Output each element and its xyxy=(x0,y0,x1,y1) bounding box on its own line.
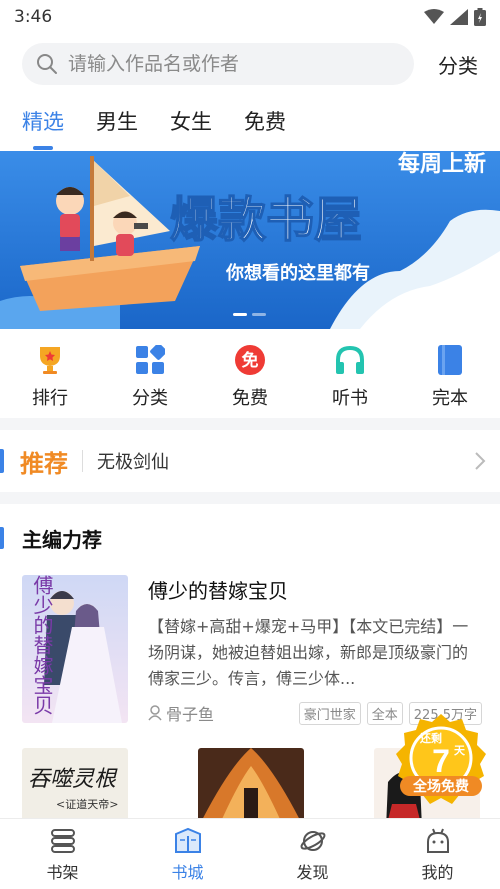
promo-banner[interactable]: 每周上新 爆款书屋 你想看的这里都有 xyxy=(0,151,500,329)
promo-unit: 天 xyxy=(454,744,466,757)
book-title[interactable]: 傅少的替嫁宝贝 xyxy=(148,575,482,604)
tab-featured[interactable]: 精选 xyxy=(22,104,64,150)
quick-label: 分类 xyxy=(132,388,168,409)
book-cover[interactable] xyxy=(198,748,304,818)
signal-icon xyxy=(450,9,468,25)
book-description: 【替嫁+高甜+爆宠+马甲】【本文已完结】一场阴谋，她被迫替姐出嫁，新郎是顶级豪门… xyxy=(148,617,469,688)
tab-free[interactable]: 免费 xyxy=(244,104,286,150)
free-icon: 免 xyxy=(232,342,268,378)
tab-male[interactable]: 男生 xyxy=(96,104,138,150)
recommend-title: 无极剑仙 xyxy=(97,452,169,473)
battery-icon xyxy=(474,8,486,26)
banner-headline: 爆款书屋 xyxy=(170,194,362,247)
search-row: 分类 xyxy=(0,43,500,85)
grid-icon xyxy=(132,342,168,378)
book-icon xyxy=(432,342,468,378)
profile-icon xyxy=(426,828,449,853)
bottom-nav: 书架 书城 发现 我的 xyxy=(0,818,500,889)
channel-tabs: 精选 男生 女生 免费 xyxy=(0,104,500,150)
book-author: 骨子鱼 xyxy=(166,705,215,724)
book-tag: 豪门世家 xyxy=(298,701,361,725)
nav-label: 书城 xyxy=(171,863,204,882)
cover-title-text: 傅少的替嫁宝贝 xyxy=(30,575,54,715)
section-accent-bar xyxy=(0,527,4,549)
status-time: 3:46 xyxy=(14,7,53,27)
quick-label: 排行 xyxy=(32,388,68,409)
section-heading: 主编力荐 xyxy=(0,520,500,556)
banner-corner-text: 每周上新 xyxy=(398,151,486,176)
quick-ranking[interactable]: 排行 xyxy=(0,336,100,416)
promo-badge[interactable]: 还剩 7 天 全场免费 xyxy=(392,712,490,810)
search-input[interactable] xyxy=(68,53,388,75)
trophy-icon xyxy=(32,342,68,378)
section-divider xyxy=(0,418,500,430)
banner-indicator-inactive xyxy=(252,313,266,316)
quick-completed[interactable]: 完本 xyxy=(400,336,500,416)
nav-profile[interactable]: 我的 xyxy=(375,819,500,889)
featured-book-card[interactable]: 傅少的替嫁宝贝 傅少的替嫁宝贝 【替嫁+高甜+爆宠+马甲】【本文已完结】一场阴谋… xyxy=(22,575,482,725)
quick-label: 完本 xyxy=(432,388,468,409)
nav-label: 发现 xyxy=(296,863,329,882)
svg-text:免: 免 xyxy=(242,350,259,370)
banner-indicator-active xyxy=(233,313,247,316)
bookstore-icon xyxy=(174,827,201,853)
nav-discover[interactable]: 发现 xyxy=(250,819,375,889)
discover-icon xyxy=(300,831,325,851)
quick-audiobook[interactable]: 听书 xyxy=(300,336,400,416)
category-button[interactable]: 分类 xyxy=(438,50,478,79)
section-divider xyxy=(0,492,500,504)
cover-subtitle-text: <证道天帝> xyxy=(56,797,118,811)
quick-entry-row: 排行 分类 免 免费 听书 完本 xyxy=(0,336,500,416)
search-icon xyxy=(37,54,57,74)
status-icons xyxy=(424,8,486,26)
search-box[interactable] xyxy=(22,43,414,85)
book-info: 傅少的替嫁宝贝 【替嫁+高甜+爆宠+马甲】【本文已完结】一场阴谋，她被迫替姐出嫁… xyxy=(148,575,482,725)
wifi-icon xyxy=(424,9,444,24)
promo-number: 7 xyxy=(432,743,450,779)
recommend-row[interactable]: 推荐 无极剑仙 xyxy=(0,430,500,492)
author-icon xyxy=(148,705,162,721)
banner-art: 每周上新 爆款书屋 你想看的这里都有 xyxy=(0,151,500,329)
quick-category[interactable]: 分类 xyxy=(100,336,200,416)
banner-subtitle: 你想看的这里都有 xyxy=(225,262,370,283)
promo-bottom-text: 全场免费 xyxy=(412,778,469,794)
bookshelf-icon xyxy=(50,829,75,853)
section-title: 主编力荐 xyxy=(22,527,102,552)
nav-label: 我的 xyxy=(421,863,454,882)
quick-free[interactable]: 免 免费 xyxy=(200,336,300,416)
headphones-icon xyxy=(332,342,368,378)
status-bar: 3:46 xyxy=(0,0,500,34)
nav-bookshelf[interactable]: 书架 xyxy=(0,819,125,889)
quick-label: 免费 xyxy=(232,388,268,409)
nav-bookstore[interactable]: 书城 xyxy=(125,819,250,889)
recommend-tag: 推荐 xyxy=(20,449,68,478)
book-cover[interactable]: 傅少的替嫁宝贝 xyxy=(22,575,128,723)
nav-label: 书架 xyxy=(46,863,79,882)
book-cover[interactable]: 吞噬灵根 <证道天帝> xyxy=(22,748,128,818)
tab-female[interactable]: 女生 xyxy=(170,104,212,150)
cover-title-text: 吞噬灵根 xyxy=(28,767,118,792)
quick-label: 听书 xyxy=(332,388,368,409)
chevron-right-icon xyxy=(475,452,486,470)
recommend-divider xyxy=(82,450,83,472)
recommend-accent-bar xyxy=(0,449,4,473)
